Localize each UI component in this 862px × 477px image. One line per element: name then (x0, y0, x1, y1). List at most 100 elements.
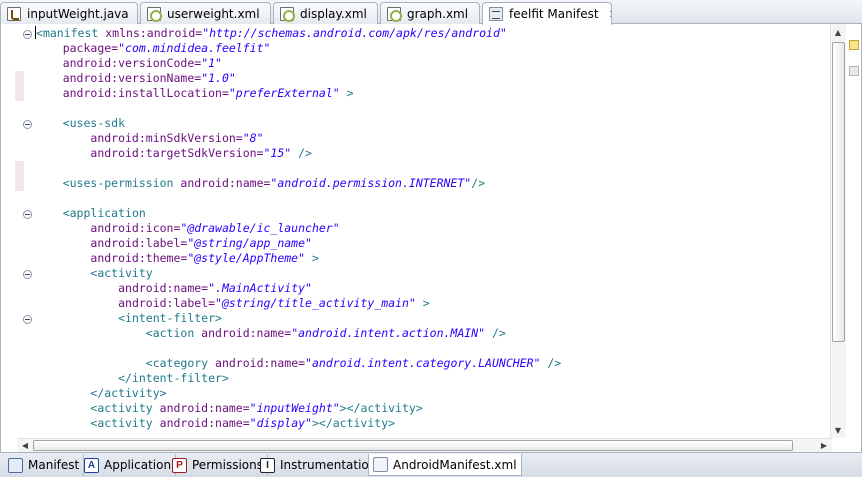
code-token: android:label= (90, 236, 188, 250)
tab-label: Permissions (192, 458, 263, 472)
code-token: ></activity> (311, 416, 396, 430)
code-token: "@drawable/ic_launcher" (180, 221, 340, 235)
xml-source-editor[interactable]: <manifest xmlns:android="http://schemas.… (0, 24, 862, 452)
overview-marker[interactable] (849, 66, 859, 76)
fold-toggle-icon[interactable] (23, 30, 32, 39)
tab-label: AndroidManifest.xml (393, 457, 517, 472)
code-token: xmlns:android= (105, 26, 203, 40)
code-line[interactable] (35, 161, 830, 176)
tab-manifest[interactable]: Manifest (4, 454, 85, 476)
code-token: > (339, 86, 354, 100)
manifest-icon (8, 457, 23, 473)
code-line[interactable]: <uses-permission android:name="android.p… (35, 176, 830, 191)
overview-ruler (846, 24, 861, 438)
code-token: ></activity> (339, 401, 423, 415)
horizontal-scrollbar[interactable]: ◀ ▶ (17, 438, 832, 452)
instrumentation-icon: I (260, 457, 275, 473)
scroll-up-icon[interactable]: ▲ (831, 25, 845, 39)
code-token: <action (145, 326, 202, 340)
fold-toggle-icon[interactable] (23, 315, 32, 324)
vertical-scroll-thumb[interactable] (832, 42, 845, 342)
code-line[interactable]: </activity> (35, 386, 830, 401)
code-line[interactable]: android:versionCode="1" (35, 56, 830, 71)
code-token: <activity (90, 266, 153, 280)
code-line[interactable]: android:label="@string/app_name" (35, 236, 830, 251)
fold-toggle-icon[interactable] (23, 270, 32, 279)
code-token: "android.permission.INTERNET" (270, 176, 472, 190)
code-line[interactable]: android:icon="@drawable/ic_launcher" (35, 221, 830, 236)
close-icon[interactable]: ✕ (609, 8, 611, 21)
code-line[interactable]: android:versionName="1.0" (35, 71, 830, 86)
code-line[interactable]: <activity (35, 266, 830, 281)
tab-label: userweight.xml (167, 6, 260, 21)
code-token: android:installLocation= (62, 86, 229, 100)
tab-userweight-xml[interactable]: userweight.xml (140, 2, 271, 24)
fold-toggle-icon[interactable] (23, 210, 32, 219)
code-line[interactable]: android:theme="@style/AppTheme" > (35, 251, 830, 266)
code-token: android:targetSdkVersion= (90, 146, 264, 160)
tab-permissions[interactable]: P Permissions (168, 454, 268, 476)
xml-file-icon (147, 6, 162, 22)
code-line[interactable]: package="com.mindidea.feelfit" (35, 41, 830, 56)
code-line[interactable]: </intent-filter> (35, 371, 830, 386)
code-line[interactable]: android:minSdkVersion="8" (35, 131, 830, 146)
code-line[interactable]: <activity android:name="display"></activ… (35, 416, 830, 431)
code-line[interactable]: <manifest xmlns:android="http://schemas.… (35, 26, 830, 41)
code-line[interactable] (35, 341, 830, 356)
code-token: "preferExternal" (228, 86, 340, 100)
code-token: "15" (263, 146, 292, 160)
tab-label: display.xml (300, 6, 367, 21)
code-token: android:name= (201, 326, 292, 340)
tab-display-xml[interactable]: display.xml (273, 2, 378, 24)
code-line[interactable] (35, 191, 830, 206)
code-line[interactable] (35, 101, 830, 116)
scroll-right-icon[interactable]: ▶ (817, 439, 831, 451)
tab-inputweight-java[interactable]: inputWeight.java (0, 2, 138, 24)
vertical-scrollbar[interactable]: ▲ ▼ (830, 24, 846, 438)
tab-androidmanifest-xml[interactable]: AndroidManifest.xml (368, 454, 522, 476)
code-line[interactable]: <application (35, 206, 830, 221)
scroll-left-icon[interactable]: ◀ (18, 439, 32, 451)
code-area[interactable]: <manifest xmlns:android="http://schemas.… (35, 26, 830, 438)
tab-graph-xml[interactable]: graph.xml (380, 2, 480, 24)
code-token: ".MainActivity" (208, 281, 312, 295)
code-line[interactable]: <activity android:name="inputWeight"></a… (35, 401, 830, 416)
fold-toggle-icon[interactable] (23, 120, 32, 129)
code-token: /> (471, 176, 486, 190)
code-line[interactable]: android:label="@string/title_activity_ma… (35, 296, 830, 311)
code-token: "@string/app_name" (187, 236, 312, 250)
code-token: <intent-filter> (118, 311, 222, 325)
tab-label: Manifest (28, 458, 80, 472)
tab-instrumentation[interactable]: I Instrumentation (256, 454, 382, 476)
tab-feelfit-manifest[interactable]: feelfit Manifest ✕ (482, 2, 612, 25)
code-token: android:icon= (90, 221, 181, 235)
code-token: "display" (249, 416, 312, 430)
code-line[interactable]: <action android:name="android.intent.act… (35, 326, 830, 341)
code-line[interactable]: android:installLocation="preferExternal"… (35, 86, 830, 101)
warning-marker-icon[interactable] (849, 40, 859, 50)
code-token: android:name= (118, 281, 209, 295)
permissions-icon: P (172, 457, 187, 473)
code-line[interactable]: android:targetSdkVersion="15" /> (35, 146, 830, 161)
code-line[interactable]: <intent-filter> (35, 311, 830, 326)
tab-label: Application (104, 458, 172, 472)
tab-application[interactable]: A Application (80, 454, 177, 476)
scroll-down-icon[interactable]: ▼ (831, 423, 845, 437)
manifest-page-tabs: Manifest A Application P Permissions I I… (0, 452, 862, 477)
code-token: "1" (201, 56, 222, 70)
code-line[interactable]: <uses-sdk (35, 116, 830, 131)
code-token: android:name= (180, 176, 271, 190)
horizontal-scroll-thumb[interactable] (33, 440, 793, 451)
code-line[interactable]: android:name=".MainActivity" (35, 281, 830, 296)
code-token: <uses-permission (62, 176, 181, 190)
code-line[interactable]: <category android:name="android.intent.c… (35, 356, 830, 371)
